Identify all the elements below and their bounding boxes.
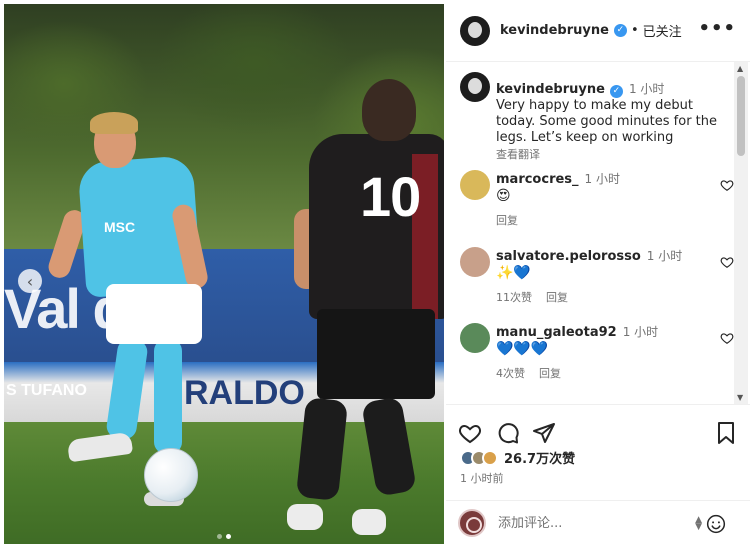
add-comment-bar: ▲▼ [446, 500, 750, 545]
comment-item: marcocres_ 1 小时 😍 回复 [460, 166, 736, 236]
heart-icon[interactable] [720, 331, 734, 349]
caption-text: Very happy to make my debut today. Some … [496, 98, 718, 145]
player-1-hair [90, 112, 138, 134]
more-options-icon[interactable]: ••• [698, 18, 736, 39]
verified-badge-icon: ✓ [613, 24, 627, 37]
post-side-panel: kevindebruyne ✓ • 已关注 ••• kevindebruyne ✓… [446, 0, 750, 545]
caption-time: 1 小时 [628, 82, 665, 96]
liker-avatar [482, 449, 498, 466]
emoji-smiley-icon[interactable] [706, 514, 726, 534]
resize-handle-icon[interactable]: ▲ ▼ [695, 516, 702, 532]
comment-meta: 4次赞 回复 [496, 365, 561, 381]
comment-likes-count[interactable]: 4次赞 [496, 365, 525, 381]
comment-bubble-icon[interactable] [496, 421, 520, 445]
commenter-avatar[interactable] [460, 247, 490, 277]
post-photo: Val di le S TUFANO RALDO MSC 10 ‹ [4, 4, 444, 544]
current-user-avatar [458, 509, 486, 537]
reply-button[interactable]: 回复 [546, 289, 568, 305]
comments-scrollbar[interactable]: ▲ ▼ [734, 62, 748, 404]
scroll-up-icon[interactable]: ▲ [737, 64, 743, 73]
comment-input[interactable] [498, 515, 684, 531]
posted-time: 1 小时前 [460, 472, 504, 485]
share-send-icon[interactable] [532, 421, 556, 445]
reply-button[interactable]: 回复 [496, 212, 518, 228]
caption-username[interactable]: kevindebruyne [496, 82, 605, 97]
player-2-shorts [317, 309, 435, 399]
post-header: kevindebruyne ✓ • 已关注 ••• [446, 0, 750, 62]
player-2-boot [352, 509, 386, 535]
like-heart-icon[interactable] [458, 421, 482, 445]
advertising-board-text-2: RALDO [184, 374, 305, 412]
author-avatar[interactable] [460, 72, 490, 102]
comment-time: 1 小时 [646, 249, 683, 263]
chevron-left-icon: ‹ [26, 271, 34, 291]
player-1-shorts [106, 284, 202, 344]
football [144, 448, 198, 502]
comment-meta: 回复 [496, 212, 518, 228]
verified-badge-icon: ✓ [609, 85, 623, 98]
scrollbar-thumb[interactable] [737, 76, 745, 156]
commenter-avatar[interactable] [460, 323, 490, 353]
comment-item: salvatore.pelorosso 1 小时 ✨💙 11次赞 回复 [460, 243, 736, 313]
likes-summary[interactable]: 26.7万次赞 [460, 448, 575, 467]
jersey-sponsor: MSC [104, 219, 136, 235]
header-separator: • [630, 23, 639, 38]
comment-text: 😍 [496, 188, 511, 204]
commenter-avatar[interactable] [460, 170, 490, 200]
comment-likes-count[interactable]: 11次赞 [496, 289, 532, 305]
author-avatar[interactable] [460, 15, 490, 46]
commenter-name: marcocres_ 1 小时 [496, 170, 620, 187]
caption-author: kevindebruyne ✓ 1 小时 [496, 80, 664, 98]
advertising-board-text-small: S TUFANO [6, 382, 87, 399]
comment-meta: 11次赞 回复 [496, 289, 568, 305]
heart-icon[interactable] [720, 255, 734, 273]
comment-text: 💙💙💙 [496, 341, 549, 357]
commenter-name: manu_galeota92 1 小时 [496, 323, 658, 340]
comment-time: 1 小时 [584, 172, 620, 186]
carousel-dot [217, 534, 222, 539]
player-2-boot [287, 504, 323, 530]
bookmark-icon[interactable] [714, 421, 738, 445]
carousel-dots [217, 534, 231, 539]
commenter-name: salvatore.pelorosso 1 小时 [496, 247, 682, 264]
player-2-head [362, 79, 416, 141]
comment-text: ✨💙 [496, 265, 531, 281]
author-username[interactable]: kevindebruyne [500, 23, 609, 38]
following-button[interactable]: 已关注 [643, 21, 682, 40]
commenter-username[interactable]: manu_galeota92 [496, 325, 617, 340]
comment-time: 1 小时 [622, 325, 659, 339]
heart-icon[interactable] [720, 178, 734, 196]
commenter-username[interactable]: marcocres_ [496, 172, 579, 187]
likes-count[interactable]: 26.7万次赞 [504, 448, 575, 467]
comments-list[interactable]: kevindebruyne ✓ 1 小时 Very happy to make my… [446, 62, 736, 404]
translate-link[interactable]: 查看翻译 [496, 146, 540, 162]
reply-button[interactable]: 回复 [539, 365, 561, 381]
player-1-leg [154, 339, 182, 454]
comment-item: manu_galeota92 1 小时 💙💙💙 4次赞 回复 [460, 319, 736, 389]
jersey-number: 10 [360, 165, 421, 228]
carousel-prev-button[interactable]: ‹ [18, 269, 42, 293]
scroll-down-icon[interactable]: ▼ [737, 393, 743, 402]
carousel-dot-active [226, 534, 231, 539]
commenter-username[interactable]: salvatore.pelorosso [496, 249, 641, 264]
